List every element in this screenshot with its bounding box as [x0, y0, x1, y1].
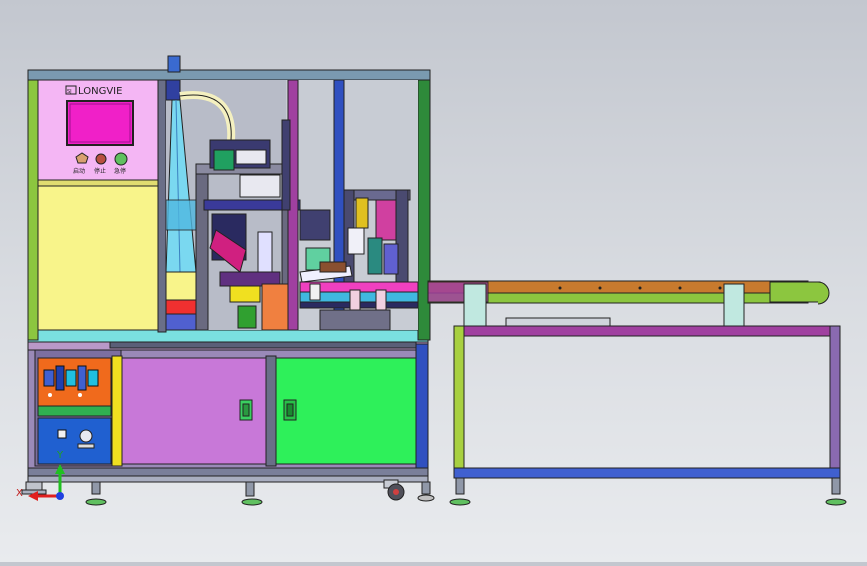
caster-wheel-icon: [383, 479, 405, 501]
work-table-plate: [27, 329, 429, 343]
power-switch-icon: [79, 429, 93, 443]
touch-screen[interactable]: [66, 100, 134, 146]
frame-post-left: [27, 69, 39, 341]
start-label: 启动: [73, 167, 85, 175]
main-machine: SJ LONGVIE 启动 停止 急停: [27, 55, 431, 483]
logo-prefix: SJ: [67, 89, 72, 95]
stop-label: 停止: [94, 167, 106, 175]
machine-drawing: SJ LONGVIE 启动 停止 急停 X Y: [0, 0, 867, 562]
cabinet-door-right: [275, 357, 417, 465]
conveyor-stand: [453, 325, 841, 479]
emergency-stop-label: 急停: [114, 167, 126, 175]
gantry-frame: [195, 163, 209, 331]
conveyor-end-roller: [817, 281, 830, 305]
axis-x-label: X: [16, 488, 23, 499]
axis-y-label: Y: [56, 450, 64, 461]
side-panel-yellow: [37, 179, 163, 331]
output-conveyor: [427, 280, 830, 327]
logo-text: LONGVIE: [78, 86, 122, 97]
frame-top-beam: [27, 69, 431, 81]
electrical-box-blue: [37, 417, 112, 465]
